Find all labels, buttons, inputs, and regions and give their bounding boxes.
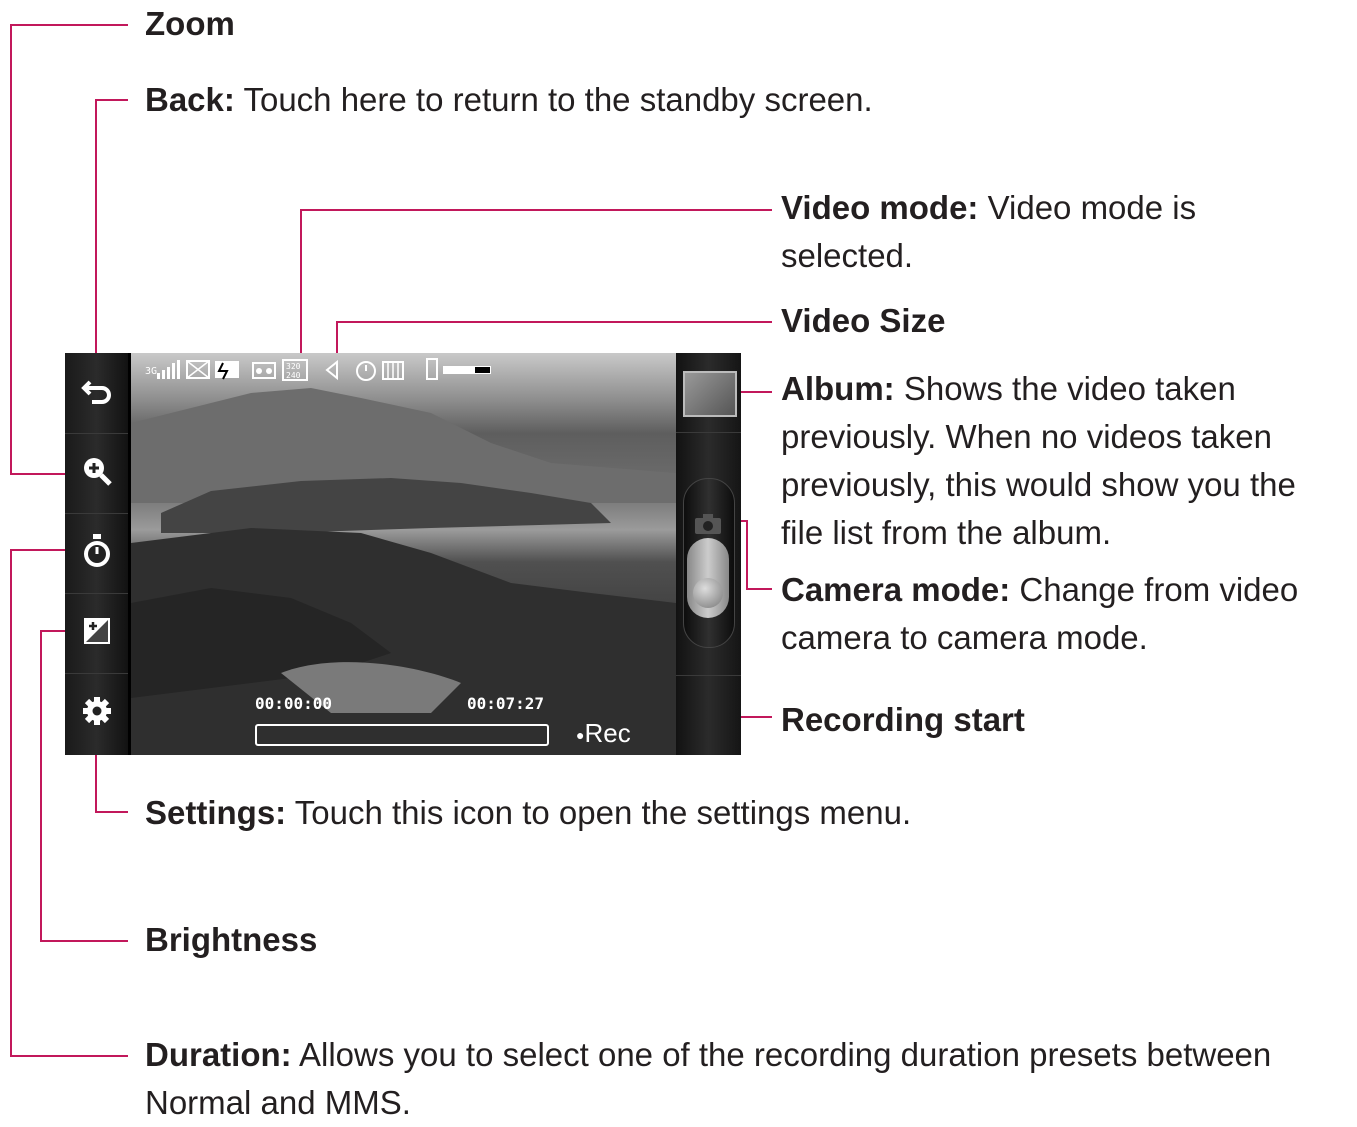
svg-text:240: 240 (286, 371, 301, 380)
video-mode-icon (252, 362, 276, 379)
brightness-button[interactable] (65, 593, 128, 674)
recording-progress-bar (255, 724, 549, 746)
video-size-callout: Video Size (781, 297, 945, 345)
rec-indicator: ●Rec (576, 718, 631, 749)
duration-callout-title: Duration: (145, 1036, 292, 1073)
recording-start-callout: Recording start (781, 696, 1025, 744)
storage-icon (382, 361, 404, 380)
elapsed-time: 00:00:00 (255, 694, 333, 713)
record-knob-icon (693, 578, 723, 608)
back-button[interactable] (65, 353, 128, 434)
back-icon (80, 374, 114, 413)
duration-callout: Duration: Allows you to select one of th… (145, 1031, 1350, 1127)
album-thumbnail[interactable] (683, 371, 737, 417)
brightness-icon (82, 616, 112, 651)
speaker-icon (325, 359, 338, 381)
camera-screen: 3G 320 240 00:00:00 00:07:27 ●Rec (65, 353, 741, 755)
settings-callout-desc: Touch this icon to open the settings men… (286, 794, 912, 831)
phone-memory-icon (426, 358, 491, 380)
settings-icon (80, 694, 114, 733)
remaining-time: 00:07:27 (467, 694, 545, 713)
video-size-callout-title: Video Size (781, 302, 946, 339)
brightness-callout: Brightness (145, 916, 317, 964)
timer-icon (356, 361, 376, 381)
zoom-icon (80, 454, 114, 493)
camera-mode-icon[interactable] (694, 513, 722, 540)
rec-label: Rec (584, 718, 631, 748)
video-mode-callout: Video mode: Video mode is selected. (781, 184, 1261, 280)
landscape-image (131, 388, 676, 755)
settings-button[interactable] (65, 673, 128, 753)
duration-callout-desc: Allows you to select one of the recordin… (145, 1036, 1272, 1121)
back-callout: Back: Touch here to return to the standb… (145, 76, 873, 124)
signal-icon (157, 360, 180, 379)
camera-mode-callout: Camera mode: Change from video camera to… (781, 566, 1341, 662)
back-callout-desc: Touch here to return to the standby scre… (234, 81, 873, 118)
svg-text:320: 320 (286, 362, 301, 371)
brightness-callout-title: Brightness (145, 921, 318, 958)
video-mode-callout-title: Video mode: (781, 189, 979, 226)
zoom-button[interactable] (65, 433, 128, 514)
battery-icon (215, 361, 239, 380)
settings-callout: Settings: Touch this icon to open the se… (145, 789, 911, 837)
zoom-callout: Zoom (145, 0, 235, 48)
status-icons: 320240 (157, 358, 491, 381)
left-toolbar (65, 353, 128, 755)
settings-callout-title: Settings: (145, 794, 287, 831)
back-callout-title: Back: (145, 81, 235, 118)
duration-icon (80, 533, 114, 574)
message-icon (186, 360, 210, 379)
video-size-icon: 320240 (282, 359, 308, 381)
recording-start-callout-title: Recording start (781, 701, 1025, 738)
camera-mode-callout-title: Camera mode: (781, 571, 1011, 608)
duration-button[interactable] (65, 513, 128, 594)
zoom-callout-title: Zoom (145, 5, 235, 42)
album-callout: Album: Shows the video taken previously.… (781, 365, 1341, 557)
right-toolbar (676, 353, 741, 755)
viewfinder: 3G 320 240 00:00:00 00:07:27 ●Rec (131, 353, 676, 755)
recording-start-button[interactable] (687, 538, 729, 618)
album-callout-title: Album: (781, 370, 895, 407)
